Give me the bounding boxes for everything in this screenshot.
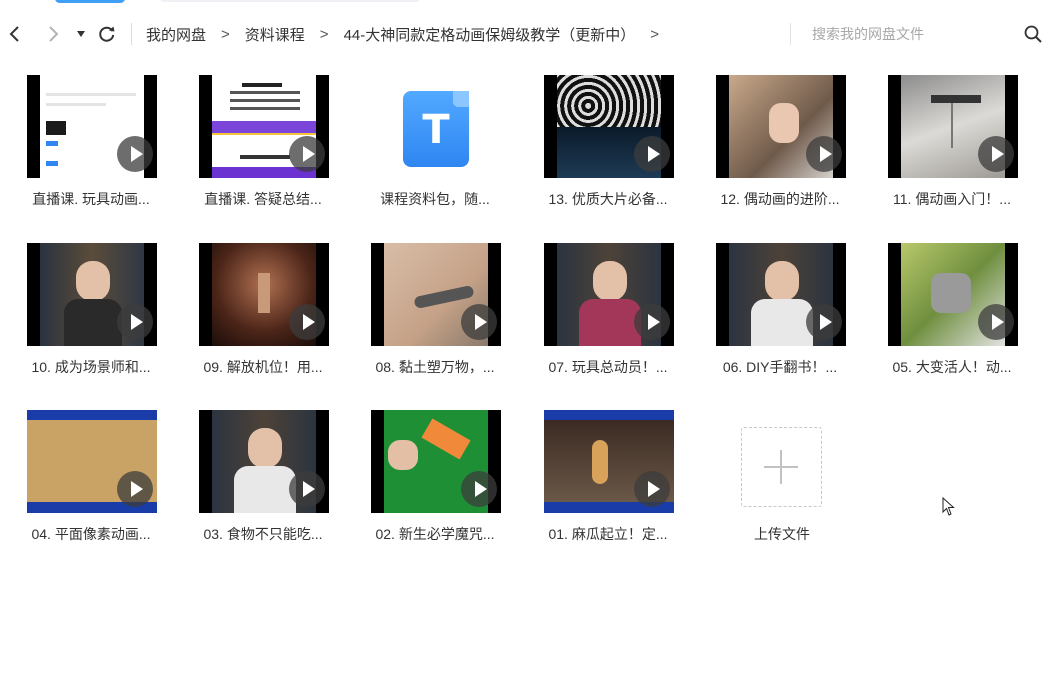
mouse-cursor-icon: [942, 497, 955, 516]
document-letter: T: [422, 107, 450, 153]
file-tile[interactable]: 03. 食物不只能吃...: [187, 410, 337, 560]
file-name: 05. 大变活人！动...: [892, 359, 1012, 375]
forward-button[interactable]: [42, 23, 64, 45]
video-thumbnail: [544, 410, 674, 513]
search-input[interactable]: [812, 22, 1012, 46]
chevron-right-icon: [49, 26, 59, 42]
video-thumbnail: [27, 75, 157, 178]
video-thumbnail: [371, 410, 501, 513]
video-thumbnail: [544, 243, 674, 346]
top-strip: [0, 0, 1063, 4]
file-tile[interactable]: 08. 黏土塑万物，...: [359, 243, 509, 393]
breadcrumb-item-courses[interactable]: 资料课程: [245, 24, 305, 45]
file-name: 直播课. 答疑总结...: [204, 191, 322, 207]
video-thumbnail: [544, 75, 674, 178]
file-tile[interactable]: 07. 玩具总动员！...: [532, 243, 682, 393]
video-thumbnail: [199, 243, 329, 346]
video-thumbnail: [888, 75, 1018, 178]
video-thumbnail: [199, 410, 329, 513]
breadcrumb: 我的网盘 > 资料课程 > 44-大神同款定格动画保姆级教学（更新中） >: [146, 12, 674, 56]
navigation-bar: 我的网盘 > 资料课程 > 44-大神同款定格动画保姆级教学（更新中） >: [0, 12, 1063, 56]
file-name: 02. 新生必学魔咒...: [375, 526, 495, 542]
file-tile[interactable]: 直播课. 答疑总结...: [187, 75, 337, 225]
play-icon: [634, 304, 670, 340]
search-icon: [1024, 25, 1042, 43]
chevron-left-icon: [9, 26, 19, 42]
tab-placeholder: [160, 0, 420, 2]
play-icon: [117, 304, 153, 340]
video-thumbnail: [371, 243, 501, 346]
play-icon: [289, 136, 325, 172]
file-name: 09. 解放机位！用...: [203, 359, 323, 375]
play-icon: [117, 136, 153, 172]
breadcrumb-item-current-folder[interactable]: 44-大神同款定格动画保姆级教学（更新中）: [344, 24, 636, 45]
play-icon: [289, 471, 325, 507]
video-thumbnail: [27, 410, 157, 513]
video-thumbnail: [27, 243, 157, 346]
history-dropdown-button[interactable]: [70, 23, 92, 45]
play-icon: [289, 304, 325, 340]
breadcrumb-item-root[interactable]: 我的网盘: [146, 24, 206, 45]
file-name: 07. 玩具总动员！...: [548, 359, 668, 375]
file-name: 11. 偶动画入门！...: [893, 191, 1011, 207]
caret-down-icon: [77, 31, 85, 37]
upload-button[interactable]: [741, 427, 822, 507]
file-tile[interactable]: 13. 优质大片必备...: [532, 75, 682, 225]
file-tile[interactable]: 02. 新生必学魔咒...: [359, 410, 509, 560]
refresh-button[interactable]: [96, 23, 118, 45]
play-icon: [461, 471, 497, 507]
play-icon: [117, 471, 153, 507]
video-thumbnail: [888, 243, 1018, 346]
file-tile[interactable]: 06. DIY手翻书！...: [704, 243, 854, 393]
breadcrumb-separator: >: [221, 25, 230, 43]
file-tile[interactable]: 04. 平面像素动画...: [15, 410, 165, 560]
file-tile[interactable]: 直播课. 玩具动画...: [15, 75, 165, 225]
file-name: 课程资料包，随...: [380, 191, 490, 207]
back-button[interactable]: [4, 23, 26, 45]
nav-divider: [131, 23, 132, 45]
breadcrumb-separator: >: [650, 25, 660, 43]
file-name: 13. 优质大片必备...: [548, 191, 668, 207]
upload-label: 上传文件: [754, 526, 810, 542]
file-tile[interactable]: 01. 麻瓜起立！定...: [532, 410, 682, 560]
file-name: 直播课. 玩具动画...: [32, 191, 150, 207]
play-icon: [634, 136, 670, 172]
file-name: 01. 麻瓜起立！定...: [548, 526, 668, 542]
play-icon: [806, 304, 842, 340]
play-icon: [806, 136, 842, 172]
search-button[interactable]: [1022, 23, 1044, 45]
file-name: 08. 黏土塑万物，...: [375, 359, 495, 375]
file-name: 04. 平面像素动画...: [31, 526, 151, 542]
file-name: 10. 成为场景师和...: [31, 359, 151, 375]
document-icon: T: [403, 91, 469, 167]
document-fold: [453, 91, 469, 107]
file-name: 12. 偶动画的进阶...: [720, 191, 840, 207]
play-icon: [461, 304, 497, 340]
video-thumbnail: [716, 243, 846, 346]
play-icon: [978, 136, 1014, 172]
play-icon: [978, 304, 1014, 340]
video-thumbnail: [716, 75, 846, 178]
file-tile[interactable]: 05. 大变活人！动...: [876, 243, 1026, 393]
play-icon: [634, 471, 670, 507]
breadcrumb-separator: >: [319, 25, 329, 43]
file-name: 06. DIY手翻书！...: [722, 359, 838, 375]
video-thumbnail: [199, 75, 329, 178]
refresh-icon: [99, 26, 115, 42]
file-tile[interactable]: 11. 偶动画入门！...: [876, 75, 1026, 225]
file-tile[interactable]: 09. 解放机位！用...: [187, 243, 337, 393]
active-tab-indicator: [55, 0, 125, 3]
file-name: 03. 食物不只能吃...: [203, 526, 323, 542]
search-divider: [790, 23, 791, 45]
file-tile[interactable]: 10. 成为场景师和...: [15, 243, 165, 393]
file-tile[interactable]: 12. 偶动画的进阶...: [704, 75, 854, 225]
file-tile[interactable]: T 课程资料包，随...: [359, 75, 509, 225]
